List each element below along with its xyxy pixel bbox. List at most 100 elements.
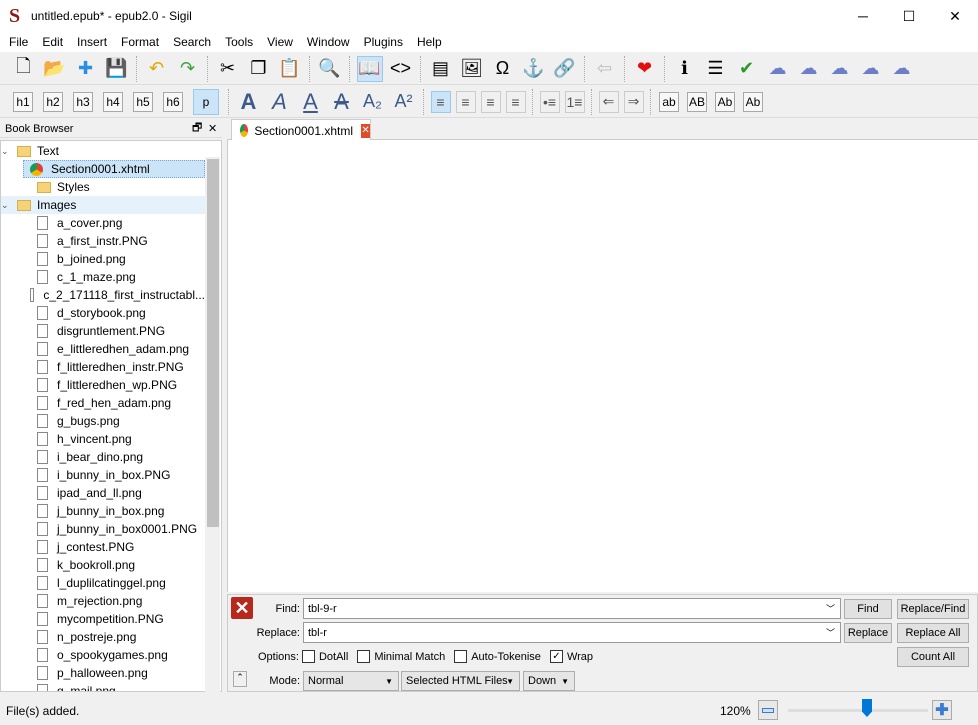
align-right-icon[interactable]: ≡ [480, 90, 501, 113]
image-file-item[interactable]: p_halloween.png [1, 664, 205, 682]
scope-select[interactable]: Selected HTML Files ▼ [401, 671, 520, 691]
folder-images[interactable]: ⌄ Images [1, 196, 205, 214]
indent-icon[interactable]: ⇒ [623, 90, 644, 113]
heading-h4-button[interactable]: h4 [103, 91, 123, 112]
case-upper-button[interactable]: AB [687, 91, 707, 112]
image-file-item[interactable]: m_rejection.png [1, 592, 205, 610]
heading-h2-button[interactable]: h2 [43, 91, 63, 112]
image-file-item[interactable]: o_spookygames.png [1, 646, 205, 664]
plugin-3-icon[interactable]: ☁ [827, 56, 853, 82]
scrollbar-thumb[interactable] [207, 159, 219, 527]
menu-window[interactable]: Window [300, 35, 357, 49]
mode-select[interactable]: Normal ▼ [303, 671, 399, 691]
numbered-list-icon[interactable]: 1≡ [564, 90, 585, 113]
menu-edit[interactable]: Edit [35, 35, 70, 49]
zoom-out-button[interactable] [758, 700, 778, 720]
find-icon[interactable]: 🔍 [317, 56, 343, 82]
metadata-icon[interactable]: ℹ [672, 56, 698, 82]
cut-icon[interactable]: ✂ [215, 56, 241, 82]
heading-h1-button[interactable]: h1 [13, 91, 33, 112]
image-file-item[interactable]: k_bookroll.png [1, 556, 205, 574]
align-left-icon[interactable]: ≡ [430, 90, 451, 113]
split-icon[interactable]: ▤ [428, 56, 454, 82]
image-file-item[interactable]: f_littleredhen_wp.PNG [1, 376, 205, 394]
image-file-item[interactable]: a_first_instr.PNG [1, 232, 205, 250]
tab-section0001[interactable]: Section0001.xhtml ✕ [231, 119, 371, 141]
code-view-icon[interactable]: <> [388, 56, 414, 82]
outdent-icon[interactable]: ⇐ [598, 90, 619, 113]
menu-search[interactable]: Search [166, 35, 218, 49]
close-panel-icon[interactable]: ✕ [208, 122, 217, 135]
plugin-1-icon[interactable]: ☁ [765, 56, 791, 82]
minimize-button[interactable]: ─ [840, 0, 886, 32]
superscript-icon[interactable]: A² [391, 89, 417, 115]
image-file-item[interactable]: f_red_hen_adam.png [1, 394, 205, 412]
add-icon[interactable]: ✚ [73, 56, 99, 82]
insert-image-icon[interactable]: 🖼 [459, 56, 485, 82]
folder-text[interactable]: ⌄ Text [1, 142, 205, 160]
direction-select[interactable]: Down ▼ [523, 671, 575, 691]
menu-tools[interactable]: Tools [218, 35, 260, 49]
image-file-item[interactable]: a_cover.png [1, 214, 205, 232]
menu-view[interactable]: View [260, 35, 300, 49]
image-file-item[interactable]: n_postreje.png [1, 628, 205, 646]
tab-close-icon[interactable]: ✕ [361, 123, 370, 138]
zoom-in-button[interactable]: ✚ [932, 700, 952, 720]
menu-format[interactable]: Format [114, 35, 166, 49]
option-auto-tokenise-checkbox[interactable] [454, 650, 468, 663]
collapse-icon[interactable]: ⌃ [233, 671, 247, 687]
strikethrough-icon[interactable]: A [329, 89, 355, 115]
align-center-icon[interactable]: ≡ [455, 90, 476, 113]
file-section0001[interactable]: Section0001.xhtml [23, 160, 205, 178]
close-find-icon[interactable]: ✕ [231, 597, 253, 619]
image-file-item[interactable]: h_vincent.png [1, 430, 205, 448]
image-file-item[interactable]: c_1_maze.png [1, 268, 205, 286]
option-minimal-match-checkbox[interactable] [357, 650, 371, 663]
case-lower-button[interactable]: ab [659, 91, 679, 112]
back-arrow-icon[interactable]: ⇦ [592, 56, 618, 82]
menu-plugins[interactable]: Plugins [357, 35, 410, 49]
bold-icon[interactable]: A [236, 89, 262, 115]
folder-styles[interactable]: Styles [1, 178, 205, 196]
replace-button[interactable]: Replace [844, 623, 892, 643]
heading-h3-button[interactable]: h3 [73, 91, 93, 112]
image-file-item[interactable]: j_contest.PNG [1, 538, 205, 556]
justify-icon[interactable]: ≡ [505, 90, 526, 113]
heading-h5-button[interactable]: h5 [133, 91, 153, 112]
heading-h6-button[interactable]: h6 [163, 91, 183, 112]
image-file-item[interactable]: f_littleredhen_instr.PNG [1, 358, 205, 376]
image-file-item[interactable]: g_bugs.png [1, 412, 205, 430]
option-wrap-checkbox[interactable]: ✓ [549, 650, 563, 663]
copy-icon[interactable]: ❐ [246, 56, 272, 82]
image-file-item[interactable]: i_bear_dino.png [1, 448, 205, 466]
spellcheck-icon[interactable]: ✔ [734, 56, 760, 82]
image-file-item[interactable]: c_2_171118_first_instructabl... [1, 286, 205, 304]
special-char-icon[interactable]: Ω [490, 56, 516, 82]
anchor-icon[interactable]: ⚓ [521, 56, 547, 82]
find-input[interactable]: tbl-9-r ﹀ [303, 598, 841, 619]
menu-help[interactable]: Help [410, 35, 449, 49]
float-icon[interactable]: 🗗 [192, 119, 202, 138]
case-capitalize-button[interactable]: Ab [743, 91, 763, 112]
find-button[interactable]: Find [844, 599, 892, 619]
zoom-slider[interactable] [788, 709, 928, 712]
menu-file[interactable]: File [2, 35, 35, 49]
count-all-button[interactable]: Count All [897, 647, 969, 667]
bullet-list-icon[interactable]: •≡ [539, 90, 560, 113]
link-icon[interactable]: 🔗 [552, 56, 578, 82]
subscript-icon[interactable]: A₂ [360, 89, 386, 115]
image-file-item[interactable]: q_mail.png [1, 682, 205, 691]
book-view-icon[interactable]: 📖 [356, 55, 383, 82]
image-file-item[interactable]: ipad_and_ll.png [1, 484, 205, 502]
image-file-item[interactable]: j_bunny_in_box.png [1, 502, 205, 520]
case-title-button[interactable]: Ab [715, 91, 735, 112]
plugin-2-icon[interactable]: ☁ [796, 56, 822, 82]
save-icon[interactable]: 💾 [104, 56, 130, 82]
italic-icon[interactable]: A [267, 89, 293, 115]
image-file-item[interactable]: i_bunny_in_box.PNG [1, 466, 205, 484]
maximize-button[interactable]: ☐ [886, 0, 932, 32]
image-file-item[interactable]: l_duplilcatinggel.png [1, 574, 205, 592]
image-file-item[interactable]: b_joined.png [1, 250, 205, 268]
heading-p-button[interactable]: p [193, 88, 219, 115]
image-file-item[interactable]: e_littleredhen_adam.png [1, 340, 205, 358]
